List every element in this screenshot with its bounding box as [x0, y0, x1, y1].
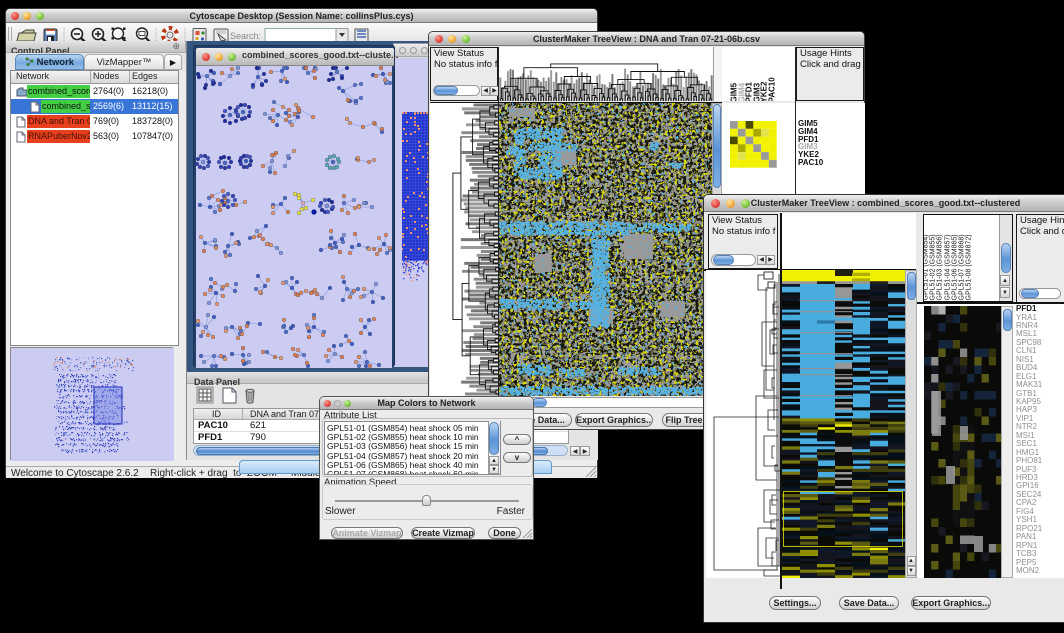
svg-text:Search:: Search:	[230, 31, 261, 41]
